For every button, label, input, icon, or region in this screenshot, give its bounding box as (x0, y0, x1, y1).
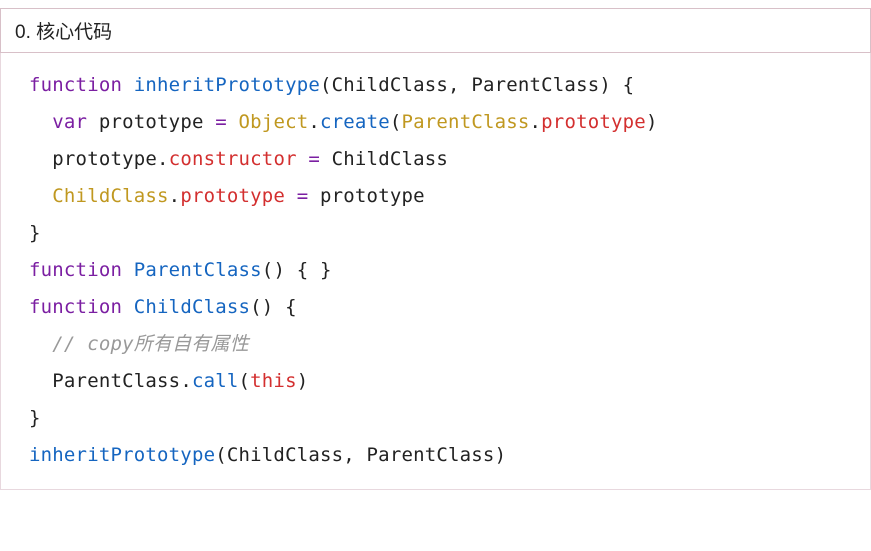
equals: = (297, 185, 309, 207)
code-pre: function inheritPrototype(ChildClass, Pa… (29, 67, 852, 475)
space (320, 148, 332, 170)
paren-close: ) (599, 74, 611, 96)
space (308, 259, 320, 281)
indent (29, 111, 52, 133)
brace-open: { (297, 259, 309, 281)
param-ParentClass: ParentClass (471, 74, 599, 96)
space (285, 259, 297, 281)
dot: . (157, 148, 169, 170)
method-call: call (192, 370, 239, 392)
arg-ParentClass: ParentClass (367, 444, 495, 466)
brace-close: } (320, 259, 332, 281)
var-ParentClass: ParentClass (52, 370, 180, 392)
keyword-function: function (29, 74, 122, 96)
keyword-var: var (52, 111, 87, 133)
prop-prototype: prototype (180, 185, 285, 207)
arg-ChildClass: ChildClass (227, 444, 343, 466)
space (204, 111, 216, 133)
indent (29, 185, 52, 207)
indent (29, 333, 52, 355)
var-ChildClass: ChildClass (52, 185, 168, 207)
space (297, 148, 309, 170)
dot: . (530, 111, 542, 133)
comment-copy-props: // copy所有自有属性 (52, 333, 249, 355)
prop-constructor: constructor (169, 148, 297, 170)
brace-open: { (285, 296, 297, 318)
equals: = (215, 111, 227, 133)
object-global: Object (239, 111, 309, 133)
space (87, 111, 99, 133)
space (227, 111, 239, 133)
fn-name-ParentClass: ParentClass (134, 259, 262, 281)
call-inheritPrototype: inheritPrototype (29, 444, 215, 466)
indent (29, 148, 52, 170)
document-container: 0. 核心代码 function inheritPrototype(ChildC… (0, 8, 871, 490)
paren-open: ( (390, 111, 402, 133)
code-block: function inheritPrototype(ChildClass, Pa… (0, 53, 871, 490)
keyword-function: function (29, 296, 122, 318)
paren-close: ) (646, 111, 658, 133)
fn-name-ChildClass: ChildClass (134, 296, 250, 318)
paren-close: ) (297, 370, 309, 392)
space (611, 74, 623, 96)
brace-open: { (623, 74, 635, 96)
header-title: 0. 核心代码 (15, 22, 112, 43)
keyword-function: function (29, 259, 122, 281)
paren-close: ) (262, 296, 274, 318)
space (285, 185, 297, 207)
space (122, 259, 134, 281)
equals: = (308, 148, 320, 170)
rhs-prototype: prototype (320, 185, 425, 207)
var-prototype: prototype (99, 111, 204, 133)
rhs-ChildClass: ChildClass (332, 148, 448, 170)
space (273, 296, 285, 318)
paren-open: ( (239, 370, 251, 392)
dot: . (180, 370, 192, 392)
brace-close: } (29, 407, 41, 429)
paren-open: ( (250, 296, 262, 318)
space (308, 185, 320, 207)
arg-ParentClass: ParentClass (402, 111, 530, 133)
paren-close: ) (273, 259, 285, 281)
dot: . (169, 185, 181, 207)
paren-close: ) (495, 444, 507, 466)
method-create: create (320, 111, 390, 133)
var-prototype: prototype (52, 148, 157, 170)
prop-prototype: prototype (541, 111, 646, 133)
comma: , (448, 74, 471, 96)
dot: . (308, 111, 320, 133)
space (122, 296, 134, 318)
keyword-this: this (250, 370, 297, 392)
paren-open: ( (215, 444, 227, 466)
indent (29, 370, 52, 392)
paren-open: ( (262, 259, 274, 281)
param-ChildClass: ChildClass (332, 74, 448, 96)
fn-name-inheritPrototype: inheritPrototype (134, 74, 320, 96)
comma: , (343, 444, 366, 466)
section-header: 0. 核心代码 (0, 8, 871, 53)
paren-open: ( (320, 74, 332, 96)
brace-close: } (29, 222, 41, 244)
